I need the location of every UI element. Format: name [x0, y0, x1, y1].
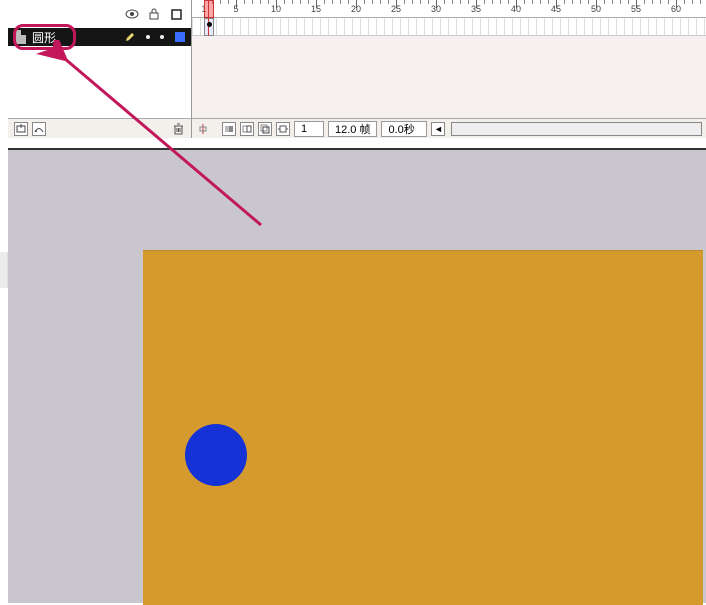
edit-multiple-frames-button[interactable]: [258, 122, 272, 136]
ruler-number: 60: [671, 4, 681, 14]
frame-grid: [192, 18, 706, 35]
side-toolbar-stub: [0, 252, 8, 288]
ruler-number: 15: [311, 4, 321, 14]
lock-dot[interactable]: [160, 35, 164, 39]
visibility-dot[interactable]: [146, 35, 150, 39]
keyframe-dot: [207, 22, 212, 27]
stage-viewport[interactable]: [8, 148, 706, 603]
modify-onion-markers-button[interactable]: [276, 122, 290, 136]
stage-canvas[interactable]: [143, 250, 703, 605]
frame-scrollbar[interactable]: [451, 122, 702, 136]
ruler-number: 5: [233, 4, 238, 14]
timeline-panel: 圆形 151015202530354045505560: [8, 0, 706, 140]
layer-column: 圆形: [8, 0, 192, 120]
ruler-number: 20: [351, 4, 361, 14]
frame-area: 151015202530354045505560: [192, 0, 706, 120]
ruler-number: 30: [431, 4, 441, 14]
onion-skin-outline-button[interactable]: [240, 122, 254, 136]
elapsed-time-field[interactable]: 0.0秒: [381, 121, 427, 137]
ruler-number: 45: [551, 4, 561, 14]
ruler-number: 35: [471, 4, 481, 14]
current-frame-field[interactable]: 1: [294, 121, 324, 137]
blue-circle-shape[interactable]: [185, 424, 247, 486]
ruler-number: 50: [591, 4, 601, 14]
delete-layer-button[interactable]: [171, 122, 185, 136]
frame-footer: 1 12.0 帧 0.0秒 ◄: [192, 118, 706, 138]
outline-color-swatch[interactable]: [175, 32, 185, 42]
frame-ruler[interactable]: 151015202530354045505560: [192, 0, 706, 18]
pencil-icon: [125, 32, 135, 42]
add-guide-layer-button[interactable]: [32, 122, 46, 136]
center-frame-button[interactable]: [196, 122, 210, 136]
scroll-left-button[interactable]: ◄: [431, 122, 445, 136]
square-outline-icon[interactable]: [169, 7, 183, 21]
frame-empty-area: [192, 36, 706, 120]
layer-header: [8, 0, 191, 28]
layer-footer: [8, 118, 192, 138]
fps-field[interactable]: 12.0 帧: [328, 121, 377, 137]
ruler-number: 25: [391, 4, 401, 14]
ruler-number: 55: [631, 4, 641, 14]
layer-type-icon: [14, 30, 26, 44]
eye-icon[interactable]: [125, 7, 139, 21]
lock-icon[interactable]: [147, 7, 161, 21]
layer-name[interactable]: 圆形: [32, 29, 125, 46]
ruler-number: 10: [271, 4, 281, 14]
ruler-number: 40: [511, 4, 521, 14]
add-layer-button[interactable]: [14, 122, 28, 136]
layer-row[interactable]: 圆形: [8, 28, 191, 46]
onion-skin-button[interactable]: [222, 122, 236, 136]
playhead[interactable]: [204, 0, 214, 36]
frame-row[interactable]: [192, 18, 706, 36]
